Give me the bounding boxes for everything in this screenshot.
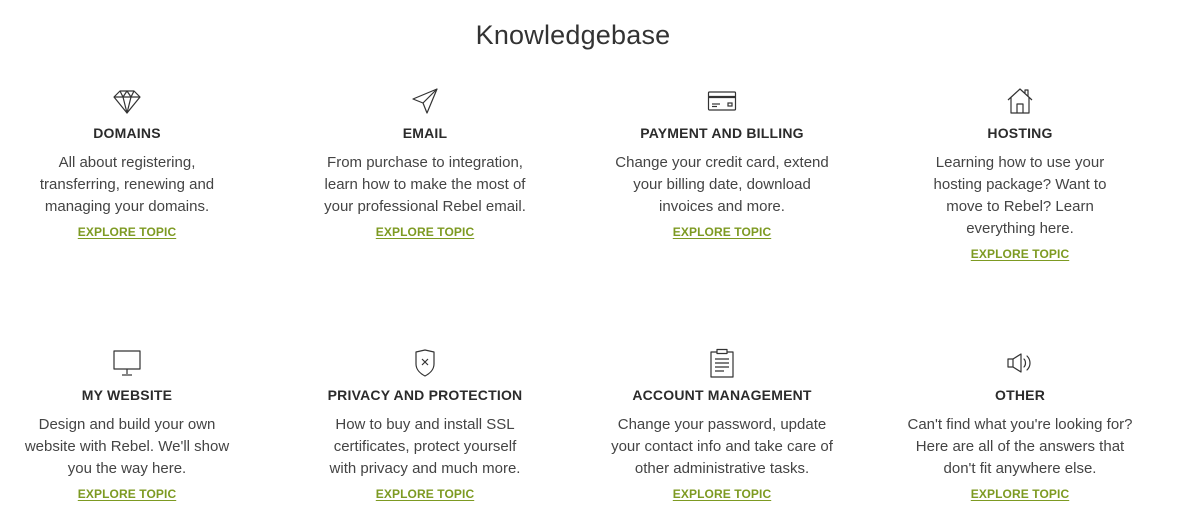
topic-description: Learning how to use your hosting package…	[933, 154, 1107, 237]
topic-card-payment-and-billing: PAYMENT AND BILLING Change your credit c…	[602, 86, 842, 241]
topic-title: OTHER	[995, 387, 1045, 403]
topic-description: From purchase to integration, learn how …	[324, 154, 526, 215]
explore-topic-link[interactable]: EXPLORE TOPIC	[971, 487, 1069, 501]
topic-title: PAYMENT AND BILLING	[640, 125, 804, 141]
explore-topic-link[interactable]: EXPLORE TOPIC	[673, 225, 771, 239]
paper-plane-icon	[410, 86, 440, 116]
topic-card-privacy-and-protection: PRIVACY AND PROTECTION How to buy and in…	[305, 348, 545, 503]
topics-grid: DOMAINS All about registering, transferr…	[0, 0, 1179, 522]
topic-description: Change your credit card, extend your bil…	[615, 154, 829, 215]
explore-topic-link[interactable]: EXPLORE TOPIC	[376, 487, 474, 501]
topic-title: ACCOUNT MANAGEMENT	[632, 387, 812, 403]
topic-description: Change your password, update your contac…	[611, 416, 833, 477]
topic-card-my-website: MY WEBSITE Design and build your own web…	[7, 348, 247, 503]
megaphone-icon	[1005, 348, 1035, 378]
house-icon	[1005, 86, 1035, 116]
topic-card-email: EMAIL From purchase to integration, lear…	[305, 86, 545, 241]
explore-topic-link[interactable]: EXPLORE TOPIC	[78, 225, 176, 239]
monitor-icon	[112, 348, 142, 378]
explore-topic-link[interactable]: EXPLORE TOPIC	[376, 225, 474, 239]
shield-icon	[410, 348, 440, 378]
topic-card-other: OTHER Can't find what you're looking for…	[900, 348, 1140, 503]
topic-description: How to buy and install SSL certificates,…	[329, 416, 521, 477]
topic-description: Can't find what you're looking for? Here…	[907, 416, 1133, 477]
topic-title: MY WEBSITE	[81, 387, 173, 403]
topic-title: DOMAINS	[93, 125, 161, 141]
topic-description: All about registering, transferring, ren…	[39, 154, 215, 215]
topic-card-hosting: HOSTING Learning how to use your hosting…	[900, 86, 1140, 263]
clipboard-icon	[707, 348, 737, 378]
topic-card-domains: DOMAINS All about registering, transferr…	[7, 86, 247, 241]
topic-description: Design and build your own website with R…	[24, 416, 230, 477]
topic-title: PRIVACY AND PROTECTION	[327, 387, 523, 403]
diamond-icon	[112, 86, 142, 116]
explore-topic-link[interactable]: EXPLORE TOPIC	[78, 487, 176, 501]
credit-card-icon	[707, 86, 737, 116]
explore-topic-link[interactable]: EXPLORE TOPIC	[673, 487, 771, 501]
explore-topic-link[interactable]: EXPLORE TOPIC	[971, 247, 1069, 261]
topic-title: HOSTING	[987, 125, 1053, 141]
topic-card-account-management: ACCOUNT MANAGEMENT Change your password,…	[602, 348, 842, 503]
topic-title: EMAIL	[402, 125, 448, 141]
